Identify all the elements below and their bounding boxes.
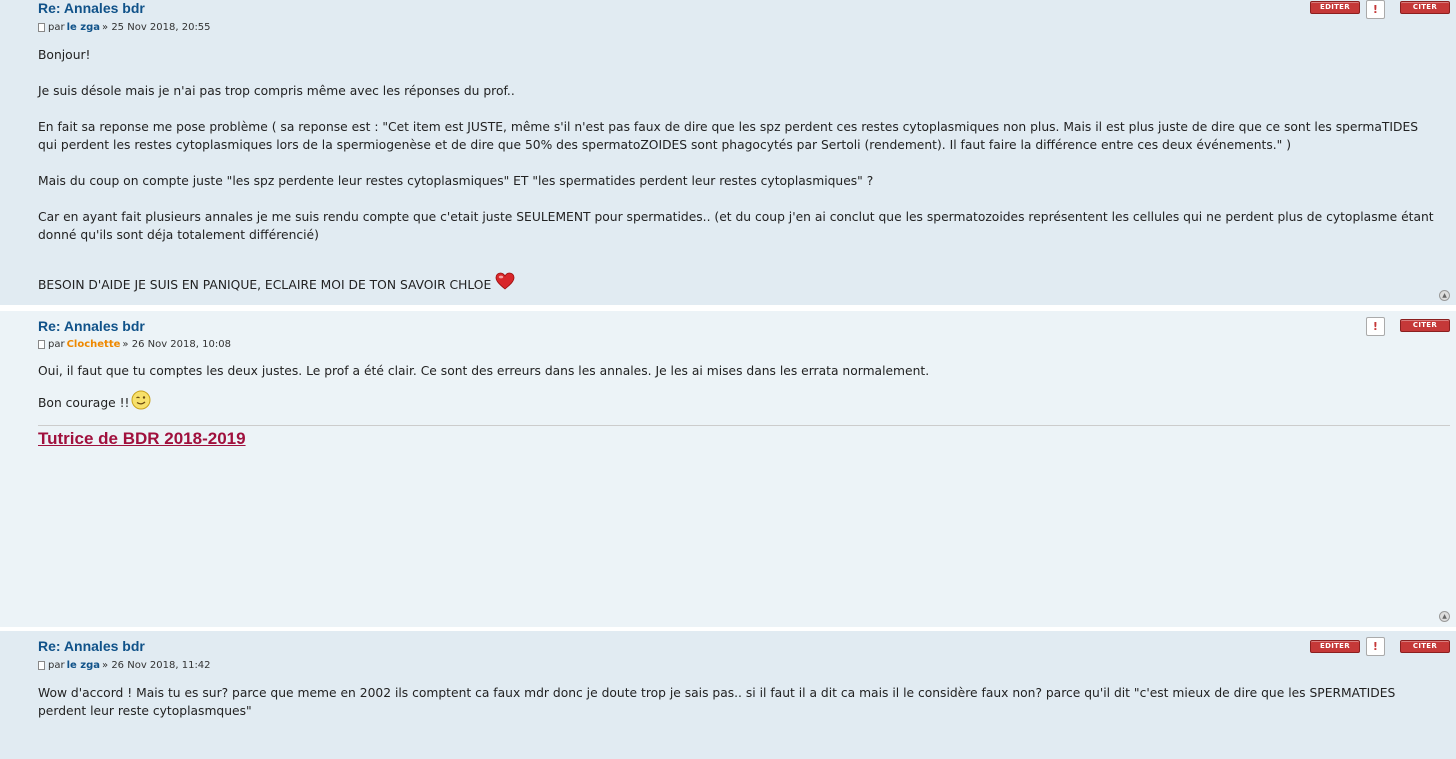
post-icon[interactable] <box>38 23 45 32</box>
author-link[interactable]: Clochette <box>67 339 121 350</box>
signature-divider <box>38 425 1450 426</box>
post-date: » 26 Nov 2018, 11:42 <box>102 660 211 671</box>
signature-link[interactable]: Tutrice de BDR 2018-2019 <box>38 429 246 449</box>
report-button[interactable]: ! <box>1366 317 1385 336</box>
post-author-line: par le zga » 25 Nov 2018, 20:55 <box>38 22 211 33</box>
author-link[interactable]: le zga <box>67 660 100 671</box>
by-label: par <box>48 660 65 671</box>
report-button[interactable]: ! <box>1366 0 1385 19</box>
post-3: Re: Annales bdr par le zga » 26 Nov 2018… <box>0 631 1456 759</box>
quote-button[interactable]: CITER <box>1400 1 1450 14</box>
post-paragraph: Oui, il faut que tu comptes les deux jus… <box>38 364 930 378</box>
report-button[interactable]: ! <box>1366 637 1385 656</box>
post-paragraph: Bonjour! <box>38 48 91 62</box>
post-icon[interactable] <box>38 661 45 670</box>
post-paragraph-text: Bon courage !! <box>38 396 130 410</box>
post-paragraph: Wow d'accord ! Mais tu es sur? parce que… <box>38 686 1396 718</box>
post-paragraph: En fait sa reponse me pose problème ( sa… <box>38 120 1419 152</box>
by-label: par <box>48 22 65 33</box>
author-link[interactable]: le zga <box>67 22 100 33</box>
wink-smiley-icon <box>131 390 151 410</box>
heart-icon <box>495 272 515 290</box>
post-date: » 26 Nov 2018, 10:08 <box>122 339 231 350</box>
by-label: par <box>48 339 65 350</box>
post-paragraph-text: BESOIN D'AIDE JE SUIS EN PANIQUE, ECLAIR… <box>38 278 492 292</box>
quote-button[interactable]: CITER <box>1400 319 1450 332</box>
post-paragraph: Mais du coup on compte juste "les spz pe… <box>38 174 874 188</box>
post-content: Oui, il faut que tu comptes les deux jus… <box>38 362 1438 412</box>
quote-button[interactable]: CITER <box>1400 640 1450 653</box>
edit-button[interactable]: EDITER <box>1310 1 1360 14</box>
post-author-line: par le zga » 26 Nov 2018, 11:42 <box>38 660 211 671</box>
post-1: Re: Annales bdr par le zga » 25 Nov 2018… <box>0 0 1456 305</box>
post-paragraph: Car en ayant fait plusieurs annales je m… <box>38 210 1434 242</box>
post-paragraph-last: BESOIN D'AIDE JE SUIS EN PANIQUE, ECLAIR… <box>38 272 1438 294</box>
back-to-top-icon[interactable]: ▲ <box>1439 611 1450 622</box>
back-to-top-icon[interactable]: ▲ <box>1439 290 1450 301</box>
post-date: » 25 Nov 2018, 20:55 <box>102 22 211 33</box>
post-content: Wow d'accord ! Mais tu es sur? parce que… <box>38 684 1438 720</box>
edit-button[interactable]: EDITER <box>1310 640 1360 653</box>
post-paragraph: Je suis désole mais je n'ai pas trop com… <box>38 84 515 98</box>
post-paragraph-last: Bon courage !! <box>38 390 1438 412</box>
post-content: Bonjour! Je suis désole mais je n'ai pas… <box>38 46 1438 294</box>
post-title[interactable]: Re: Annales bdr <box>38 0 145 16</box>
post-title[interactable]: Re: Annales bdr <box>38 318 145 334</box>
post-author-line: par Clochette » 26 Nov 2018, 10:08 <box>38 339 231 350</box>
post-icon[interactable] <box>38 340 45 349</box>
post-2: Re: Annales bdr par Clochette » 26 Nov 2… <box>0 311 1456 627</box>
post-title[interactable]: Re: Annales bdr <box>38 638 145 654</box>
